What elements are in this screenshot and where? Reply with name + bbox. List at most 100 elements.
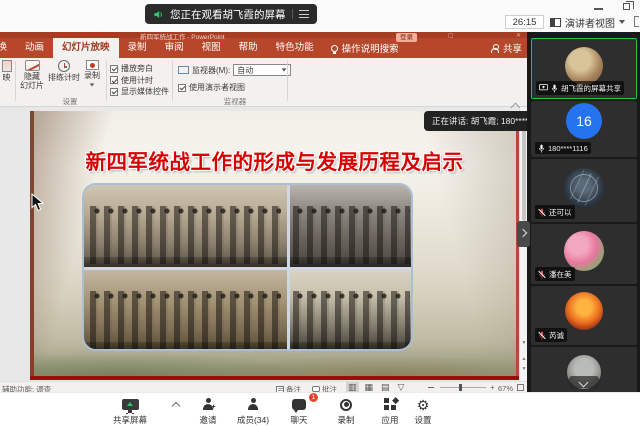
zoom-out-button[interactable] <box>428 387 434 389</box>
chevron-down-icon <box>619 20 625 24</box>
meeting-timer: 26:15 <box>505 15 544 29</box>
settings-label: 设置 <box>396 414 450 426</box>
ppt-titlebar-icon[interactable]: ▢ <box>448 32 454 39</box>
photo-soldiers-bottom-right <box>290 270 413 351</box>
slide[interactable]: 新四军统战工作的形成与发展历程及启示 <box>30 111 519 380</box>
photo-collage <box>82 183 413 351</box>
slide-left-red-edge <box>30 111 34 380</box>
watching-screen-banner[interactable]: 您正在观看胡飞霞的屏幕 <box>145 4 317 24</box>
share-options-chevron[interactable] <box>172 401 180 409</box>
previous-slide-button[interactable]: ▲ <box>520 355 527 363</box>
monitor-label: 监视器(M): <box>192 65 230 76</box>
monitor-selector[interactable]: 监视器(M): 自动 <box>178 64 291 76</box>
fullscreen-icon-partial[interactable] <box>634 16 639 27</box>
monitor-value: 自动 <box>237 65 253 76</box>
record-slide-icon <box>86 60 99 70</box>
zoom-percentage[interactable]: 67% <box>498 384 513 393</box>
speaking-toast-text: 正在讲话: 胡飞霞; 180****1116; <box>432 115 527 127</box>
chat-button[interactable]: 1 聊天 <box>272 397 326 426</box>
checkbox-checked-icon <box>110 76 118 84</box>
sidebar-collapse-tab[interactable] <box>517 221 530 247</box>
meeting-window: 您正在观看胡飞霞的屏幕 26:15 演讲者视图 新四军统战工作 - PowerP… <box>0 0 640 426</box>
show-media-controls-checkbox[interactable]: 显示媒体控件 <box>110 86 169 97</box>
speaking-toast: 正在讲话: 胡飞霞; 180****1116; <box>424 111 527 131</box>
accessibility-status[interactable]: 辅助功能: 调查 <box>2 384 51 393</box>
slide-bottom-red-bar <box>30 376 519 380</box>
checkbox-checked-icon <box>178 84 186 92</box>
ppt-close-icon[interactable]: ✕ <box>516 32 521 39</box>
avatar <box>565 292 603 330</box>
mic-icon <box>538 144 545 153</box>
ppt-share-button[interactable]: 共享 <box>491 38 522 58</box>
tab-features[interactable]: 特色功能 <box>267 38 323 58</box>
normal-view-button[interactable]: ▥ <box>346 382 359 392</box>
next-slide-button[interactable]: ▼ <box>520 365 527 373</box>
notes-button[interactable]: 备注 <box>276 384 301 393</box>
monitor-icon <box>178 66 189 74</box>
screen-share-icon <box>539 84 548 92</box>
photo-soldiers-top-right <box>290 185 413 267</box>
participant-label: 180****1116 <box>535 142 591 154</box>
participant-tile[interactable]: 还可以 <box>531 159 637 222</box>
participant-tile[interactable]: 潘在美 <box>531 224 637 284</box>
layout-view-icon <box>550 18 561 27</box>
zoom-in-button[interactable]: + <box>490 384 495 391</box>
chevron-down-icon <box>90 83 95 86</box>
use-timings-checkbox[interactable]: 使用计时 <box>110 75 153 86</box>
banner-divider <box>292 9 293 19</box>
monitor-dropdown[interactable]: 自动 <box>233 64 291 76</box>
members-person-icon <box>248 398 259 411</box>
zoom-slider-handle[interactable] <box>459 384 462 391</box>
banner-text: 您正在观看胡飞霞的屏幕 <box>170 7 286 22</box>
ppt-signin-button[interactable]: 登录 <box>396 33 417 42</box>
tab-animations[interactable]: 动画 <box>16 38 53 58</box>
play-narrations-checkbox[interactable]: 播放旁白 <box>110 63 153 74</box>
slideshow-view-button[interactable]: ▽ <box>396 382 407 392</box>
toast-collapse-chevron[interactable] <box>512 101 520 109</box>
presenter-view-checkbox[interactable]: 使用演示者视图 <box>178 82 245 93</box>
scroll-down-arrow[interactable]: ▼ <box>520 339 527 347</box>
record-label: 录制 <box>84 71 100 80</box>
tab-view[interactable]: 视图 <box>193 38 230 58</box>
lightbulb-icon <box>331 45 338 52</box>
tab-transitions[interactable]: 切换 <box>0 38 16 58</box>
clipped-ribbon-button[interactable]: 映 <box>0 60 13 83</box>
mic-muted-icon <box>538 270 546 279</box>
slideshow-icon <box>2 60 12 72</box>
tab-help[interactable]: 帮助 <box>230 38 267 58</box>
participant-tile[interactable]: 芮诚 <box>531 286 637 345</box>
participant-tile-partial[interactable] <box>531 347 637 392</box>
mic-muted-icon <box>538 208 546 217</box>
participant-tile-screen-share[interactable]: 胡飞霞的屏幕共享 <box>531 38 637 99</box>
slide-title: 新四军统战工作的形成与发展历程及启示 <box>30 145 519 175</box>
notes-label: 备注 <box>286 384 301 393</box>
banner-menu-icon[interactable] <box>299 10 309 18</box>
speaker-view-button[interactable]: 演讲者视图 <box>550 14 625 30</box>
window-restore-button[interactable] <box>623 3 630 10</box>
window-minimize-button[interactable] <box>594 8 603 10</box>
tell-me-search[interactable]: 操作说明搜索 <box>323 38 407 58</box>
participant-name: 180****1116 <box>548 144 588 153</box>
chevron-down-icon <box>282 68 287 71</box>
settings-button[interactable]: ⚙ 设置 <box>396 397 450 426</box>
reading-view-button[interactable]: ▤ <box>379 382 392 392</box>
tab-review[interactable]: 审阅 <box>156 38 193 58</box>
ppt-share-label: 共享 <box>503 41 522 55</box>
participant-tile[interactable]: 16 180****1116 <box>531 101 637 157</box>
comments-button[interactable]: 批注 <box>312 384 337 393</box>
tab-record[interactable]: 录制 <box>119 38 156 58</box>
participant-label: 还可以 <box>535 205 575 219</box>
share-screen-button[interactable]: 共享屏幕 <box>103 397 157 426</box>
share-screen-label: 共享屏幕 <box>103 414 157 426</box>
scroll-more-participants-chevron[interactable] <box>569 376 599 388</box>
rehearse-timings-button[interactable]: 排练计时 <box>46 60 82 83</box>
tab-slideshow[interactable]: 幻灯片放映 <box>53 38 119 58</box>
mouse-cursor <box>31 193 44 212</box>
zoom-slider[interactable] <box>440 387 486 388</box>
chat-unread-badge: 1 <box>309 393 318 402</box>
record-button[interactable]: 录制 <box>80 60 104 89</box>
slide-sorter-view-button[interactable]: ▦ <box>363 382 376 392</box>
ppt-window-title: 新四军统战工作 - PowerPoint <box>140 32 225 41</box>
hide-slide-button[interactable]: 隐藏 幻灯片 <box>17 60 47 90</box>
fit-to-window-icon[interactable] <box>517 384 524 391</box>
